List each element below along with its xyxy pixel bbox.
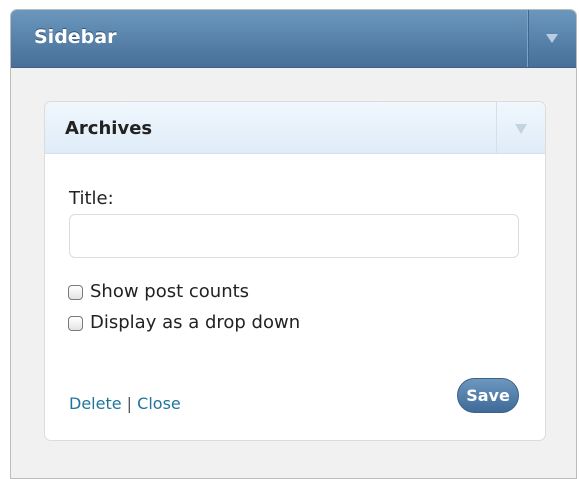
close-link[interactable]: Close bbox=[137, 394, 181, 413]
display-as-dropdown-label: Display as a drop down bbox=[90, 312, 301, 333]
title-field-label: Title: bbox=[69, 188, 114, 209]
sidebar-title: Sidebar bbox=[34, 26, 117, 48]
sidebar-toggle-button[interactable] bbox=[527, 10, 576, 67]
widget-title: Archives bbox=[65, 118, 153, 139]
title-input[interactable] bbox=[69, 214, 519, 258]
show-post-counts-option[interactable]: Show post counts bbox=[68, 279, 249, 305]
sidebar-header[interactable]: Sidebar bbox=[11, 10, 576, 68]
archives-widget: Archives Title: Show post counts Display… bbox=[44, 101, 546, 441]
sidebar-panel: Sidebar Archives Title: Show post counts… bbox=[10, 9, 577, 479]
widget-header[interactable]: Archives bbox=[45, 102, 545, 154]
chevron-down-icon bbox=[515, 124, 527, 134]
display-as-dropdown-option[interactable]: Display as a drop down bbox=[68, 310, 300, 336]
widget-toggle-button[interactable] bbox=[496, 102, 545, 153]
display-as-dropdown-checkbox[interactable] bbox=[68, 315, 83, 331]
chevron-down-icon bbox=[546, 34, 558, 43]
widget-action-links: Delete | Close bbox=[69, 394, 181, 414]
delete-link[interactable]: Delete bbox=[69, 394, 122, 413]
show-post-counts-label: Show post counts bbox=[90, 281, 250, 302]
save-button[interactable]: Save bbox=[457, 378, 519, 413]
link-separator: | bbox=[126, 394, 138, 413]
show-post-counts-checkbox[interactable] bbox=[68, 284, 83, 300]
